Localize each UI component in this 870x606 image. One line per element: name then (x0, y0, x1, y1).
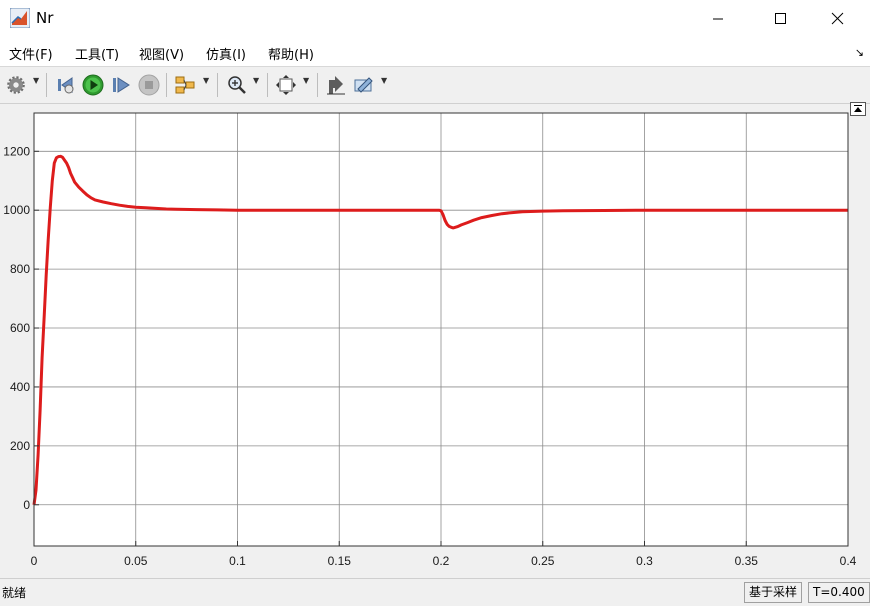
y-tick-label: 1000 (3, 203, 30, 217)
menu-tools[interactable]: 工具(T) (75, 44, 119, 63)
menu-help[interactable]: 帮助(H) (268, 44, 314, 63)
matlab-icon (10, 8, 30, 28)
sampling-mode: 基于采样 (744, 582, 803, 603)
menu-file[interactable]: 文件(F) (9, 44, 53, 63)
x-tick-label: 0.25 (531, 554, 555, 568)
settings-dropdown-icon[interactable]: ▼ (33, 76, 39, 85)
x-tick-label: 0.3 (636, 554, 653, 568)
step-forward-icon[interactable] (110, 74, 132, 96)
plot-grid (33, 113, 849, 546)
y-tick-label: 200 (10, 439, 30, 453)
triggers-icon[interactable] (353, 74, 375, 96)
triggers-dropdown-icon[interactable]: ▼ (381, 76, 387, 85)
stop-icon[interactable] (138, 74, 160, 96)
status-bar: 就绪 基于采样 T=0.400 (0, 578, 870, 606)
title-bar: Nr (0, 0, 870, 38)
menu-simulation[interactable]: 仿真(I) (206, 44, 246, 63)
menu-view[interactable]: 视图(V) (139, 44, 184, 63)
autoscale-dropdown-icon[interactable]: ▼ (303, 76, 309, 85)
run-icon[interactable] (82, 74, 104, 96)
signal-select-icon[interactable] (174, 74, 196, 96)
y-tick-label: 400 (10, 380, 30, 394)
maximize-icon[interactable] (758, 6, 802, 32)
x-tick-label: 0 (31, 554, 38, 568)
x-tick-label: 0.1 (229, 554, 246, 568)
x-tick-label: 0.2 (433, 554, 450, 568)
x-tick-label: 0.05 (124, 554, 148, 568)
cursor-measure-icon[interactable] (325, 74, 347, 96)
autoscale-icon[interactable] (275, 74, 297, 96)
toolbar: ▼ ▼ ▼ ▼ ▼ (0, 66, 870, 104)
menu-bar: 文件(F) 工具(T) 视图(V) 仿真(I) 帮助(H) ↘ (0, 38, 870, 66)
undock-arrow-icon[interactable]: ↘ (855, 46, 864, 59)
settings-icon[interactable] (6, 74, 26, 96)
status-text: 就绪 (2, 586, 27, 600)
step-back-icon[interactable] (55, 74, 77, 96)
y-tick-label: 1200 (3, 144, 30, 158)
x-tick-label: 0.4 (840, 554, 857, 568)
zoom-dropdown-icon[interactable]: ▼ (253, 76, 259, 85)
zoom-in-icon[interactable] (226, 74, 248, 96)
simulation-time: T=0.400 (808, 582, 870, 603)
x-tick-label: 0.35 (735, 554, 759, 568)
close-icon[interactable] (816, 6, 860, 32)
minimize-icon[interactable] (696, 6, 740, 32)
y-tick-label: 0 (23, 498, 30, 512)
scope-plot[interactable]: 0 0.05 0.1 0.15 0.2 0.25 0.3 0.35 0.4 0 200 400 600 8… (0, 102, 870, 578)
window-title: Nr (36, 9, 54, 27)
signal-select-dropdown-icon[interactable]: ▼ (203, 76, 209, 85)
y-tick-label: 800 (10, 262, 30, 276)
y-tick-label: 600 (10, 321, 30, 335)
x-tick-label: 0.15 (328, 554, 352, 568)
